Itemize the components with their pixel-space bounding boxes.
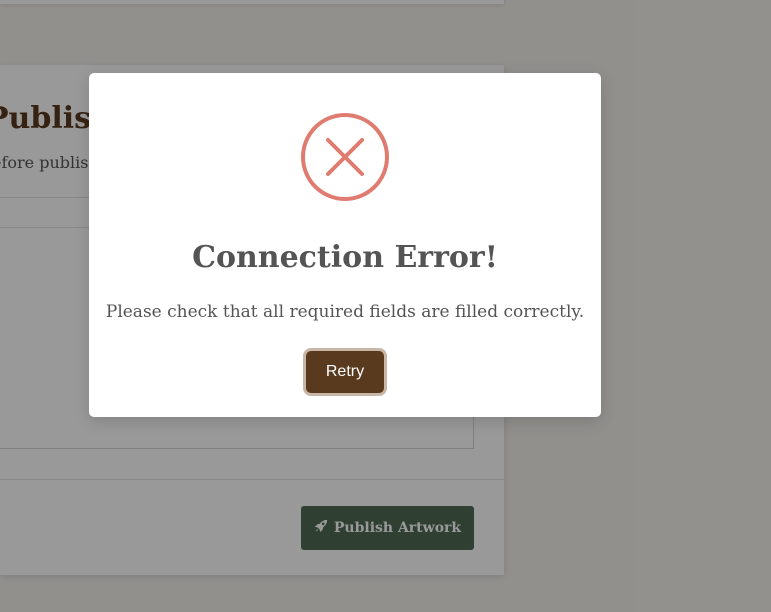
dialog-title: Connection Error! [192,240,498,275]
error-dialog: Connection Error! Please check that all … [89,73,601,417]
error-x-icon [300,112,390,202]
dialog-message: Please check that all required fields ar… [105,302,585,322]
retry-button[interactable]: Retry [306,351,384,393]
